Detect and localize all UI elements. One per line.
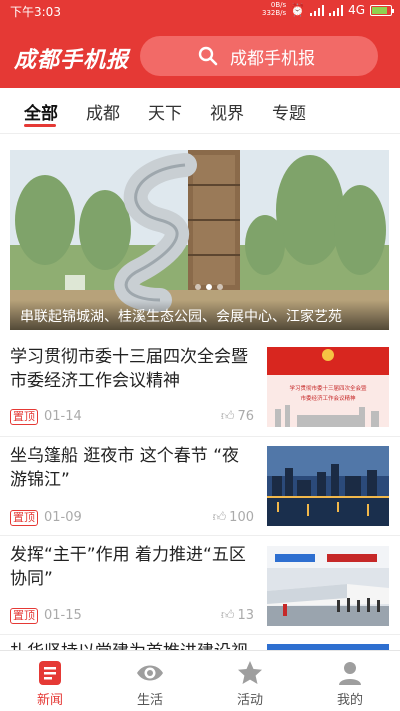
user-icon bbox=[339, 662, 361, 685]
eye-icon bbox=[137, 665, 163, 681]
banner-caption: 串联起锦城湖、桂溪生态公园、会展中心、江家艺苑 bbox=[10, 300, 389, 330]
category-tabs: 全部 成都 天下 视界 专题 bbox=[0, 88, 400, 134]
news-icon bbox=[39, 661, 61, 685]
status-bar: 下午3:03 0B/s 332B/s ⏰ 4G bbox=[0, 0, 400, 22]
nav-news[interactable]: 新闻 bbox=[10, 651, 90, 711]
news-title: 坐乌篷船 逛夜市 这个春节 “夜游锦江” bbox=[10, 446, 240, 490]
nav-life-label: 生活 bbox=[136, 693, 163, 708]
nav-mine-label: 我的 bbox=[336, 693, 363, 708]
net-speed-down: 332B/s bbox=[262, 9, 287, 17]
thumbnail-text-1: 学习贯彻市委十三届四次全会暨 bbox=[289, 384, 367, 392]
net-speed: 0B/s 332B/s bbox=[262, 1, 286, 17]
signal-2-icon bbox=[329, 4, 344, 16]
banner-carousel[interactable]: 串联起锦城湖、桂溪生态公园、会展中心、江家艺苑 bbox=[10, 150, 389, 330]
search-bar[interactable]: 成都手机报 bbox=[140, 36, 378, 76]
divider bbox=[0, 436, 400, 437]
like-count[interactable]: 👍︎ 76 bbox=[221, 409, 254, 424]
news-title: 发挥“主干”作用 着力推进“五区协同” bbox=[10, 545, 246, 589]
status-icons: ⏰ 4G bbox=[290, 3, 394, 17]
news-date: 01-14 bbox=[44, 409, 82, 424]
alarm-icon: ⏰ bbox=[290, 3, 306, 17]
tab-chengdu[interactable]: 成都 bbox=[86, 99, 120, 124]
like-number: 100 bbox=[229, 510, 254, 525]
nav-mine[interactable]: 我的 bbox=[310, 651, 390, 711]
star-icon bbox=[238, 661, 262, 684]
battery-icon bbox=[370, 4, 394, 16]
thumbnail-text-2: 市委经济工作会议精神 bbox=[300, 394, 356, 402]
app-logo: 成都手机报 bbox=[14, 48, 130, 73]
news-thumbnail: 学习贯彻市委十三届四次全会暨 市委经济工作会议精神 bbox=[267, 347, 389, 427]
thumbs-up-icon: 👍︎ bbox=[220, 409, 235, 424]
app-header: 成都手机报 成都手机报 bbox=[0, 22, 400, 88]
news-date: 01-09 bbox=[44, 510, 82, 525]
network-type: 4G bbox=[348, 3, 365, 17]
net-speed-up: 0B/s bbox=[270, 1, 287, 9]
nav-news-label: 新闻 bbox=[36, 693, 63, 708]
bottom-navigation: 新闻 生活 活动 我的 bbox=[0, 650, 400, 711]
pinned-badge: 置顶 bbox=[10, 409, 38, 425]
divider bbox=[0, 634, 400, 635]
pinned-badge: 置顶 bbox=[10, 608, 38, 624]
carousel-dot[interactable] bbox=[217, 284, 223, 290]
search-placeholder: 成都手机报 bbox=[230, 48, 315, 69]
carousel-dot-active[interactable] bbox=[206, 284, 212, 290]
thumbs-up-icon: 👍︎ bbox=[220, 608, 235, 623]
carousel-dots bbox=[195, 284, 223, 290]
active-tab-indicator bbox=[24, 124, 56, 127]
nav-events[interactable]: 活动 bbox=[210, 651, 290, 711]
tab-vision[interactable]: 视界 bbox=[210, 99, 244, 124]
news-thumbnail bbox=[267, 546, 389, 626]
search-icon bbox=[198, 46, 218, 66]
like-count[interactable]: 👍︎ 13 bbox=[221, 608, 254, 623]
like-count[interactable]: 👍︎ 100 bbox=[213, 510, 254, 525]
news-thumbnail bbox=[267, 446, 389, 526]
news-title: 学习贯彻市委十三届四次全会暨市委经济工作会议精神 bbox=[10, 347, 248, 391]
tab-world[interactable]: 天下 bbox=[148, 99, 182, 124]
like-number: 76 bbox=[237, 409, 254, 424]
divider bbox=[0, 535, 400, 536]
status-time: 下午3:03 bbox=[10, 5, 61, 19]
carousel-dot[interactable] bbox=[195, 284, 201, 290]
pinned-badge: 置顶 bbox=[10, 510, 38, 526]
thumbs-up-icon: 👍︎ bbox=[212, 510, 227, 525]
tab-all[interactable]: 全部 bbox=[24, 99, 58, 124]
news-date: 01-15 bbox=[44, 608, 82, 623]
nav-life[interactable]: 生活 bbox=[110, 651, 190, 711]
signal-icon bbox=[310, 4, 325, 16]
like-number: 13 bbox=[237, 608, 254, 623]
nav-events-label: 活动 bbox=[236, 693, 263, 708]
tab-topics[interactable]: 专题 bbox=[272, 99, 306, 124]
